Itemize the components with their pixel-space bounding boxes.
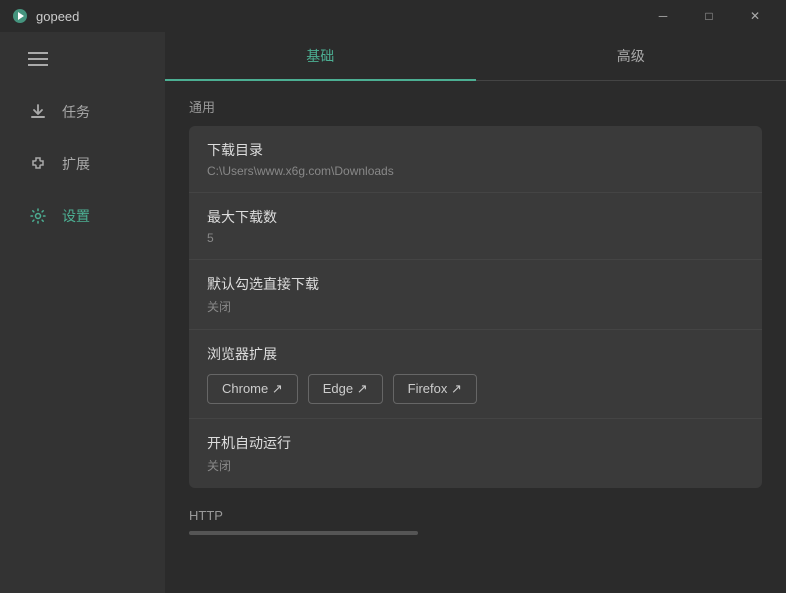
download-dir-label: 下载目录 <box>207 140 744 160</box>
titlebar: gopeed ─ □ ✕ <box>0 0 786 32</box>
app-container: 任务 扩展 设置 基础 <box>0 32 786 593</box>
tasks-label: 任务 <box>62 102 90 122</box>
http-section-title: HTTP <box>189 502 762 523</box>
max-downloads-value: 5 <box>207 231 744 245</box>
tabs-bar: 基础 高级 <box>165 32 786 81</box>
max-downloads-row[interactable]: 最大下载数 5 <box>189 193 762 260</box>
auto-start-value: 关闭 <box>207 457 744 474</box>
default-direct-label: 默认勾选直接下载 <box>207 274 744 294</box>
close-button[interactable]: ✕ <box>732 0 778 32</box>
hamburger-icon <box>28 52 165 66</box>
auto-start-row[interactable]: 开机自动运行 关闭 <box>189 419 762 488</box>
edge-button[interactable]: Edge ↗ <box>308 374 383 404</box>
extensions-label: 扩展 <box>62 154 90 174</box>
app-name: gopeed <box>36 9 79 24</box>
content-area: 通用 下载目录 C:\Users\www.x6g.com\Downloads 最… <box>165 81 786 593</box>
window-controls: ─ □ ✕ <box>640 0 778 32</box>
default-direct-row[interactable]: 默认勾选直接下载 关闭 <box>189 260 762 330</box>
general-card: 下载目录 C:\Users\www.x6g.com\Downloads 最大下载… <box>189 126 762 488</box>
settings-label: 设置 <box>62 206 90 226</box>
main-panel: 基础 高级 通用 下载目录 C:\Users\www.x6g.com\Downl… <box>165 32 786 593</box>
sidebar-item-extensions[interactable]: 扩展 <box>0 138 165 190</box>
browser-buttons-group: Chrome ↗ Edge ↗ Firefox ↗ <box>207 374 744 404</box>
puzzle-icon <box>28 154 48 174</box>
titlebar-left: gopeed <box>12 8 79 24</box>
maximize-button[interactable]: □ <box>686 0 732 32</box>
max-downloads-label: 最大下载数 <box>207 207 744 227</box>
download-dir-value: C:\Users\www.x6g.com\Downloads <box>207 164 744 178</box>
browser-extensions-row: 浏览器扩展 Chrome ↗ Edge ↗ Firefox ↗ <box>189 330 762 419</box>
auto-start-label: 开机自动运行 <box>207 433 744 453</box>
download-icon <box>28 102 48 122</box>
tab-advanced[interactable]: 高级 <box>476 32 786 80</box>
sidebar-menu-button[interactable] <box>0 40 165 78</box>
gear-icon <box>28 206 48 226</box>
sidebar-item-tasks[interactable]: 任务 <box>0 86 165 138</box>
tab-basic[interactable]: 基础 <box>165 32 476 80</box>
minimize-button[interactable]: ─ <box>640 0 686 32</box>
firefox-button[interactable]: Firefox ↗ <box>393 374 477 404</box>
default-direct-value: 关闭 <box>207 298 744 315</box>
http-divider <box>189 531 418 535</box>
sidebar: 任务 扩展 设置 <box>0 32 165 593</box>
general-section-title: 通用 <box>189 97 762 116</box>
chrome-button[interactable]: Chrome ↗ <box>207 374 298 404</box>
app-logo <box>12 8 28 24</box>
browser-extensions-label: 浏览器扩展 <box>207 344 744 364</box>
download-dir-row[interactable]: 下载目录 C:\Users\www.x6g.com\Downloads <box>189 126 762 193</box>
sidebar-item-settings[interactable]: 设置 <box>0 190 165 242</box>
